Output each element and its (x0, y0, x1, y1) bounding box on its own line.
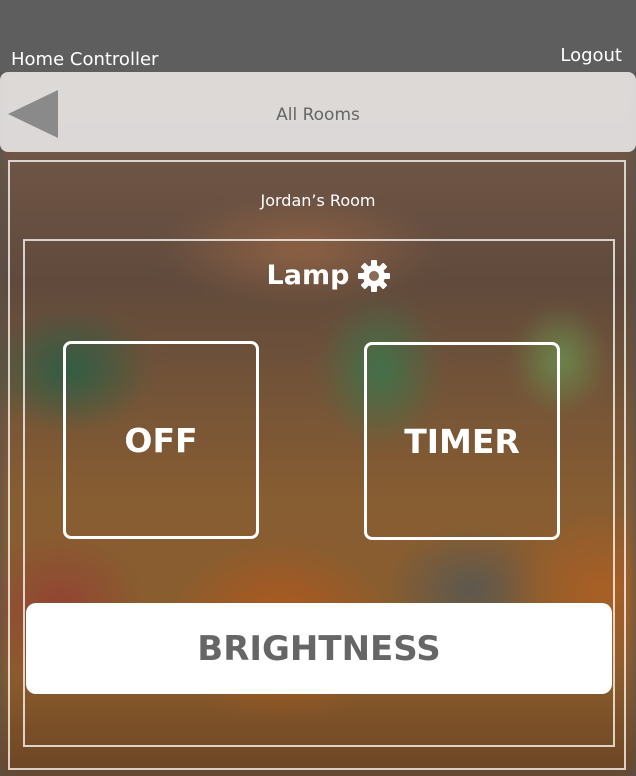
home-controller-screen: Home Controller Logout All Rooms Jordan’… (0, 0, 636, 776)
top-bar: Home Controller Logout (0, 0, 636, 72)
logout-link[interactable]: Logout (560, 45, 622, 67)
device-header: Lamp (22, 256, 636, 296)
device-name: Lamp (266, 260, 350, 291)
room-name: Jordan’s Room (260, 191, 376, 210)
brightness-button[interactable]: BRIGHTNESS (26, 603, 612, 694)
app-title: Home Controller (11, 49, 159, 70)
off-label: OFF (124, 420, 198, 460)
timer-label: TIMER (404, 421, 520, 461)
brightness-label: BRIGHTNESS (197, 628, 441, 669)
gear-icon[interactable] (357, 259, 391, 293)
room-navigation-bar: All Rooms (0, 72, 636, 152)
nav-title: All Rooms (276, 105, 360, 125)
timer-button[interactable]: TIMER (364, 342, 560, 540)
off-button[interactable]: OFF (63, 341, 259, 539)
